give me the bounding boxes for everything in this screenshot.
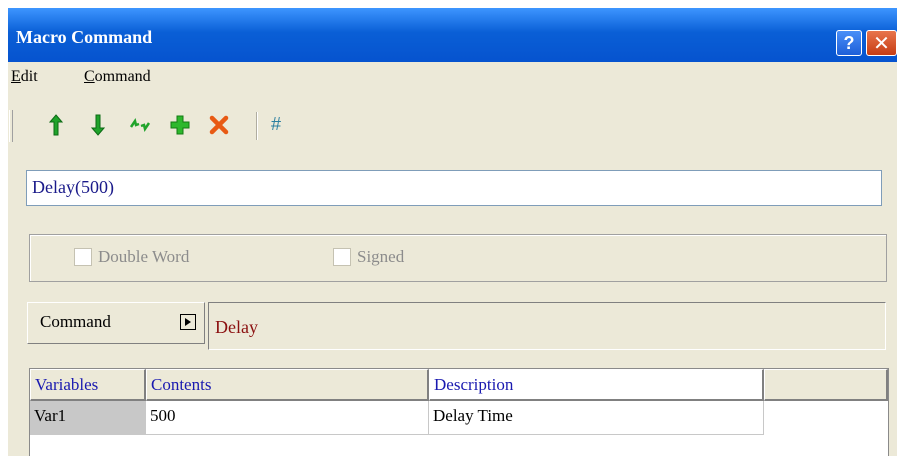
toolbar-grip[interactable]	[9, 110, 13, 142]
table-row-variable[interactable]: Var1	[30, 401, 146, 435]
swap-icon[interactable]	[129, 114, 151, 136]
current-command-field: Delay	[208, 302, 886, 350]
menu-bar: Edit Command	[8, 66, 897, 90]
toolbar: #	[8, 106, 897, 146]
toolbar-separator	[256, 112, 258, 140]
signed-checkbox-box[interactable]	[333, 248, 351, 266]
menu-command[interactable]: Command	[84, 68, 151, 86]
double-word-checkbox-box[interactable]	[74, 248, 92, 266]
command-button[interactable]: Command	[27, 302, 205, 344]
macro-command-window: Macro Command ? ✕ Edit Command # Delay(5…	[8, 8, 897, 456]
hash-button[interactable]: #	[271, 114, 281, 135]
column-header-empty	[764, 369, 888, 401]
column-header-variables[interactable]: Variables	[30, 369, 146, 401]
add-icon[interactable]	[169, 114, 191, 136]
play-arrow-icon[interactable]	[180, 314, 196, 330]
variables-grid: Variables Contents Description Var1 500 …	[29, 368, 889, 456]
signed-checkbox[interactable]: Signed	[333, 247, 404, 267]
help-button[interactable]: ?	[836, 30, 862, 56]
double-word-label: Double Word	[98, 247, 190, 266]
column-header-contents[interactable]: Contents	[146, 369, 429, 401]
double-word-checkbox[interactable]: Double Word	[74, 247, 189, 267]
title-bar: Macro Command ? ✕	[8, 8, 897, 62]
delete-icon[interactable]	[208, 114, 230, 136]
column-header-description[interactable]: Description	[429, 369, 764, 401]
expression-input[interactable]: Delay(500)	[26, 170, 882, 206]
move-down-icon[interactable]	[87, 114, 109, 136]
table-row-contents[interactable]: 500	[146, 401, 429, 435]
command-button-label: Command	[40, 312, 111, 331]
close-button[interactable]: ✕	[866, 30, 897, 56]
signed-label: Signed	[357, 247, 405, 266]
move-up-icon[interactable]	[45, 114, 67, 136]
window-title: Macro Command	[16, 27, 153, 47]
menu-edit[interactable]: Edit	[11, 68, 38, 86]
options-group: Double Word Signed	[29, 234, 887, 282]
table-row-description[interactable]: Delay Time	[429, 401, 764, 435]
